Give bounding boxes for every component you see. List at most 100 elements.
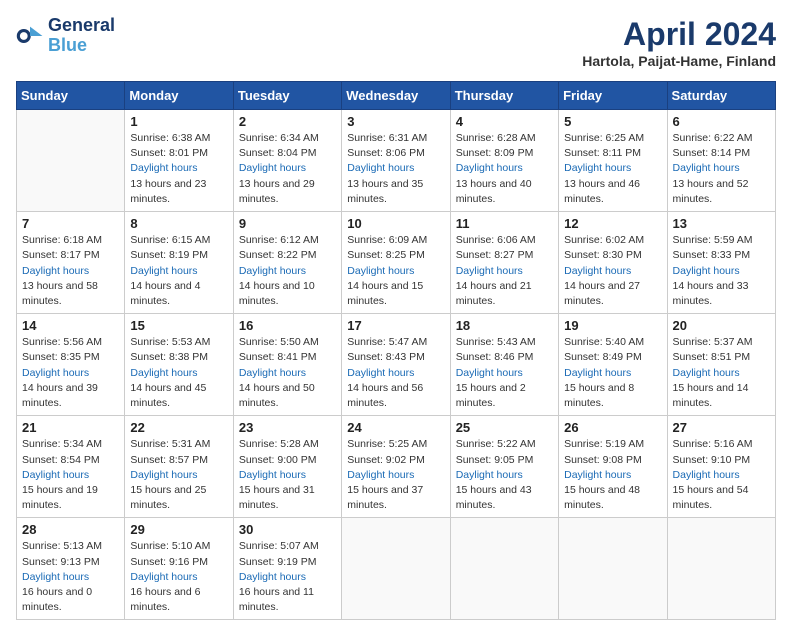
- daylight-hours-link[interactable]: Daylight hours: [239, 367, 306, 379]
- day-number: 9: [239, 216, 336, 231]
- daylight-hours-link[interactable]: Daylight hours: [673, 162, 740, 174]
- daylight-hours-link[interactable]: Daylight hours: [130, 265, 197, 277]
- day-info: Sunrise: 5:28 AMSunset: 9:00 PMDaylight …: [239, 437, 336, 513]
- calendar-table: SundayMondayTuesdayWednesdayThursdayFrid…: [16, 81, 776, 620]
- daylight-hours-link[interactable]: Daylight hours: [347, 265, 414, 277]
- calendar-cell: [667, 518, 775, 620]
- daylight-hours-link[interactable]: Daylight hours: [564, 162, 631, 174]
- day-number: 8: [130, 216, 227, 231]
- month-title: April 2024: [582, 16, 776, 53]
- daylight-hours-link[interactable]: Daylight hours: [22, 571, 89, 583]
- day-number: 4: [456, 114, 553, 129]
- calendar-cell: 16Sunrise: 5:50 AMSunset: 8:41 PMDayligh…: [233, 314, 341, 416]
- calendar-cell: [17, 110, 125, 212]
- daylight-hours-link[interactable]: Daylight hours: [564, 469, 631, 481]
- daylight-hours-link[interactable]: Daylight hours: [239, 469, 306, 481]
- calendar-cell: 20Sunrise: 5:37 AMSunset: 8:51 PMDayligh…: [667, 314, 775, 416]
- day-info: Sunrise: 5:50 AMSunset: 8:41 PMDaylight …: [239, 335, 336, 411]
- calendar-cell: 21Sunrise: 5:34 AMSunset: 8:54 PMDayligh…: [17, 416, 125, 518]
- day-number: 15: [130, 318, 227, 333]
- daylight-hours-link[interactable]: Daylight hours: [130, 162, 197, 174]
- day-info: Sunrise: 5:19 AMSunset: 9:08 PMDaylight …: [564, 437, 661, 513]
- calendar-week-row: 7 Sunrise: 6:18 AMSunset: 8:17 PMDaylight…: [17, 212, 776, 314]
- day-info: Sunrise: 5:47 AMSunset: 8:43 PMDaylight …: [347, 335, 444, 411]
- day-number: 7: [22, 216, 119, 231]
- weekday-header: Tuesday: [233, 82, 341, 110]
- daylight-hours-link[interactable]: Daylight hours: [22, 367, 89, 379]
- calendar-cell: 7 Sunrise: 6:18 AMSunset: 8:17 PMDaylight…: [17, 212, 125, 314]
- daylight-hours-link[interactable]: Daylight hours: [673, 367, 740, 379]
- day-number: 6: [673, 114, 770, 129]
- logo-text: General Blue: [48, 16, 115, 56]
- day-number: 11: [456, 216, 553, 231]
- calendar-cell: 3Sunrise: 6:31 AMSunset: 8:06 PMDaylight…: [342, 110, 450, 212]
- calendar-cell: [559, 518, 667, 620]
- day-number: 23: [239, 420, 336, 435]
- day-info: Sunrise: 5:40 AMSunset: 8:49 PMDaylight …: [564, 335, 661, 411]
- day-info: Sunrise: 5:25 AMSunset: 9:02 PMDaylight …: [347, 437, 444, 513]
- calendar-week-row: 21Sunrise: 5:34 AMSunset: 8:54 PMDayligh…: [17, 416, 776, 518]
- calendar-cell: 19Sunrise: 5:40 AMSunset: 8:49 PMDayligh…: [559, 314, 667, 416]
- day-info: Sunrise: 5:10 AMSunset: 9:16 PMDaylight …: [130, 539, 227, 615]
- day-info: Sunrise: 6:31 AMSunset: 8:06 PMDaylight …: [347, 131, 444, 207]
- calendar-cell: [450, 518, 558, 620]
- daylight-hours-link[interactable]: Daylight hours: [456, 162, 523, 174]
- calendar-cell: 1Sunrise: 6:38 AMSunset: 8:01 PMDaylight…: [125, 110, 233, 212]
- location-subtitle: Hartola, Paijat-Hame, Finland: [582, 53, 776, 69]
- calendar-header-row: SundayMondayTuesdayWednesdayThursdayFrid…: [17, 82, 776, 110]
- weekday-header: Wednesday: [342, 82, 450, 110]
- calendar-cell: 26 Sunrise: 5:19 AMSunset: 9:08 PMDayligh…: [559, 416, 667, 518]
- calendar-cell: 17 Sunrise: 5:47 AMSunset: 8:43 PMDayligh…: [342, 314, 450, 416]
- day-number: 18: [456, 318, 553, 333]
- day-number: 30: [239, 522, 336, 537]
- day-number: 5: [564, 114, 661, 129]
- weekday-header: Friday: [559, 82, 667, 110]
- daylight-hours-link[interactable]: Daylight hours: [347, 367, 414, 379]
- day-info: Sunrise: 6:34 AMSunset: 8:04 PMDaylight …: [239, 131, 336, 207]
- day-info: Sunrise: 6:18 AMSunset: 8:17 PMDaylight …: [22, 233, 119, 309]
- day-info: Sunrise: 5:16 AMSunset: 9:10 PMDaylight …: [673, 437, 770, 513]
- calendar-cell: 29 Sunrise: 5:10 AMSunset: 9:16 PMDayligh…: [125, 518, 233, 620]
- logo-line2: Blue: [48, 35, 87, 55]
- day-number: 13: [673, 216, 770, 231]
- daylight-hours-link[interactable]: Daylight hours: [673, 265, 740, 277]
- calendar-cell: 12Sunrise: 6:02 AMSunset: 8:30 PMDayligh…: [559, 212, 667, 314]
- daylight-hours-link[interactable]: Daylight hours: [456, 469, 523, 481]
- day-number: 2: [239, 114, 336, 129]
- daylight-hours-link[interactable]: Daylight hours: [456, 265, 523, 277]
- calendar-week-row: 1Sunrise: 6:38 AMSunset: 8:01 PMDaylight…: [17, 110, 776, 212]
- calendar-cell: 8Sunrise: 6:15 AMSunset: 8:19 PMDaylight…: [125, 212, 233, 314]
- daylight-hours-link[interactable]: Daylight hours: [239, 162, 306, 174]
- day-info: Sunrise: 5:22 AMSunset: 9:05 PMDaylight …: [456, 437, 553, 513]
- daylight-hours-link[interactable]: Daylight hours: [22, 469, 89, 481]
- daylight-hours-link[interactable]: Daylight hours: [673, 469, 740, 481]
- day-number: 29: [130, 522, 227, 537]
- day-number: 12: [564, 216, 661, 231]
- daylight-hours-link[interactable]: Daylight hours: [347, 469, 414, 481]
- day-number: 14: [22, 318, 119, 333]
- day-number: 1: [130, 114, 227, 129]
- calendar-cell: 5Sunrise: 6:25 AMSunset: 8:11 PMDaylight…: [559, 110, 667, 212]
- daylight-hours-link[interactable]: Daylight hours: [239, 571, 306, 583]
- daylight-hours-link[interactable]: Daylight hours: [564, 265, 631, 277]
- daylight-hours-link[interactable]: Daylight hours: [130, 367, 197, 379]
- daylight-hours-link[interactable]: Daylight hours: [239, 265, 306, 277]
- daylight-hours-link[interactable]: Daylight hours: [564, 367, 631, 379]
- day-info: Sunrise: 6:09 AMSunset: 8:25 PMDaylight …: [347, 233, 444, 309]
- day-info: Sunrise: 6:22 AMSunset: 8:14 PMDaylight …: [673, 131, 770, 207]
- daylight-hours-link[interactable]: Daylight hours: [456, 367, 523, 379]
- day-number: 28: [22, 522, 119, 537]
- day-number: 24: [347, 420, 444, 435]
- day-number: 17: [347, 318, 444, 333]
- title-block: April 2024 Hartola, Paijat-Hame, Finland: [582, 16, 776, 69]
- day-info: Sunrise: 5:53 AMSunset: 8:38 PMDaylight …: [130, 335, 227, 411]
- day-number: 26: [564, 420, 661, 435]
- daylight-hours-link[interactable]: Daylight hours: [130, 469, 197, 481]
- weekday-header: Sunday: [17, 82, 125, 110]
- weekday-header: Saturday: [667, 82, 775, 110]
- page-header: General Blue April 2024 Hartola, Paijat-…: [16, 16, 776, 69]
- day-number: 25: [456, 420, 553, 435]
- daylight-hours-link[interactable]: Daylight hours: [347, 162, 414, 174]
- daylight-hours-link[interactable]: Daylight hours: [22, 265, 89, 277]
- daylight-hours-link[interactable]: Daylight hours: [130, 571, 197, 583]
